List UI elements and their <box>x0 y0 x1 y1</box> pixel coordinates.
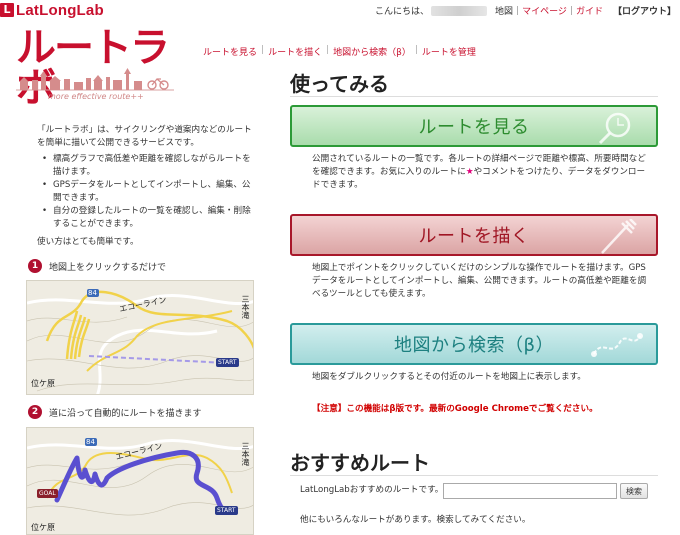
feature-item: 自分の登録したルートの一覧を確認し、編集・削除することができます。 <box>42 205 258 231</box>
brand-tagline: more effective route++ <box>48 92 144 101</box>
magnifier-icon <box>598 112 631 145</box>
nav-view-routes[interactable]: ルートを見る <box>203 45 257 58</box>
nav-draw-route[interactable]: ルートを描く <box>268 45 322 58</box>
howto-text: 使い方はとても簡単です。 <box>37 237 139 247</box>
map-label-place-left: 位ケ原 <box>31 523 55 532</box>
heading-rule <box>290 96 658 97</box>
feature-list: 標高グラフで高低差や距離を確認しながらルートを描けます。 GPSデータをルートと… <box>42 153 258 231</box>
route-number-badge: 84 <box>86 438 95 446</box>
username-blurred <box>431 5 488 16</box>
start-marker: START <box>216 358 239 367</box>
step-1: 1 地図上をクリックするだけで <box>28 259 166 273</box>
recommended-heading: おすすめルート <box>290 451 430 475</box>
step-2-map-image: 84 エコーライン 三本滝 GOAL START 位ケ原 <box>26 427 254 535</box>
route-search-button[interactable]: 検索 <box>620 483 648 499</box>
separator: | <box>261 45 265 55</box>
view-routes-label: ルートを見る <box>418 117 530 138</box>
view-routes-button[interactable]: ルートを見る <box>290 105 658 147</box>
try-heading: 使ってみる <box>290 72 389 96</box>
route-map-icon <box>591 333 643 357</box>
fork-icon <box>601 219 637 254</box>
step-2: 2 道に沿って自動的にルートを描きます <box>28 405 202 419</box>
separator: | <box>326 45 330 55</box>
step-number: 1 <box>28 259 42 273</box>
draw-route-description: 地図上でポイントをクリックしていくだけのシンプルな操作でルートを描けます。GPS… <box>312 263 647 299</box>
draw-route-button[interactable]: ルートを描く <box>290 214 658 256</box>
separator: | <box>516 5 520 16</box>
feature-item: 標高グラフで高低差や距離を確認しながらルートを描けます。 <box>42 153 258 179</box>
map-label-place: 三本滝 <box>241 442 250 466</box>
map-search-label: 地図から検索（β） <box>394 335 554 356</box>
nav-manage-routes[interactable]: ルートを管理 <box>422 45 476 58</box>
nav-search-map[interactable]: 地図から検索（β） <box>333 45 411 58</box>
goal-marker: GOAL <box>37 489 58 498</box>
separator: | <box>569 5 573 16</box>
feature-item: GPSデータをルートとしてインポートし、編集、公開できます。 <box>42 179 258 205</box>
greeting-text: こんにちは、 <box>375 7 430 17</box>
map-label-place: 三本滝 <box>241 295 250 319</box>
latlonglab-logo[interactable]: L LatLongLab <box>0 1 104 19</box>
map-search-description: 地図をダブルクリックするとその付近のルートを地図上に表示します。 <box>312 372 586 382</box>
guide-link[interactable]: ガイド <box>576 4 603 17</box>
step-1-map-image: 84 エコーライン 三本滝 START 位ケ原 <box>26 280 254 395</box>
start-marker: START <box>215 506 238 515</box>
star-icon: ★ <box>465 167 474 177</box>
view-routes-description: 公開されているルートの一覧です。各ルートの詳細ページで距離や標高、所要時間などを… <box>312 153 650 192</box>
intro-text: 「ルートラボ」は、サイクリングや道案内などのルートを簡単に描いて公開できるサービ… <box>37 125 252 148</box>
map-link[interactable]: 地図 <box>495 4 513 17</box>
map-search-button[interactable]: 地図から検索（β） <box>290 323 658 365</box>
step-label: 道に沿って自動的にルートを描きます <box>49 408 202 419</box>
beta-warning: 【注意】この機能はβ版です。最新のGoogle Chromeでご覧ください。 <box>312 404 598 414</box>
routelab-brand[interactable]: ルートラボ more effective route++ <box>14 24 189 108</box>
town-skyline-illustration <box>16 68 174 91</box>
draw-route-label: ルートを描く <box>418 226 530 247</box>
recommended-label: LatLongLabおすすめのルートです。 <box>300 485 444 495</box>
step-label: 地図上をクリックするだけで <box>49 262 167 273</box>
top-bar: L LatLongLab こんにちは、 地図 | マイページ | ガイド 【ログ… <box>0 0 680 20</box>
map-drawing <box>27 289 253 394</box>
route-number-badge: 84 <box>88 289 97 297</box>
logo-mark: L <box>0 3 14 17</box>
mypage-link[interactable]: マイページ <box>522 4 567 17</box>
separator: | <box>414 45 418 55</box>
logout-link[interactable]: 【ログアウト】 <box>613 4 676 17</box>
more-routes-text: 他にもいろんなルートがあります。検索してみてください。 <box>300 515 531 525</box>
map-label-place-left: 位ケ原 <box>31 379 55 388</box>
route-search-input[interactable] <box>443 483 617 499</box>
map-drawing <box>27 438 253 516</box>
logo-text: LatLongLab <box>16 1 104 19</box>
step-number: 2 <box>28 405 42 419</box>
user-menu: こんにちは、 地図 | マイページ | ガイド 【ログアウト】 <box>375 4 676 17</box>
service-nav: ルートを見る | ルートを描く | 地図から検索（β） | ルートを管理 <box>203 45 476 58</box>
heading-rule <box>290 475 658 476</box>
